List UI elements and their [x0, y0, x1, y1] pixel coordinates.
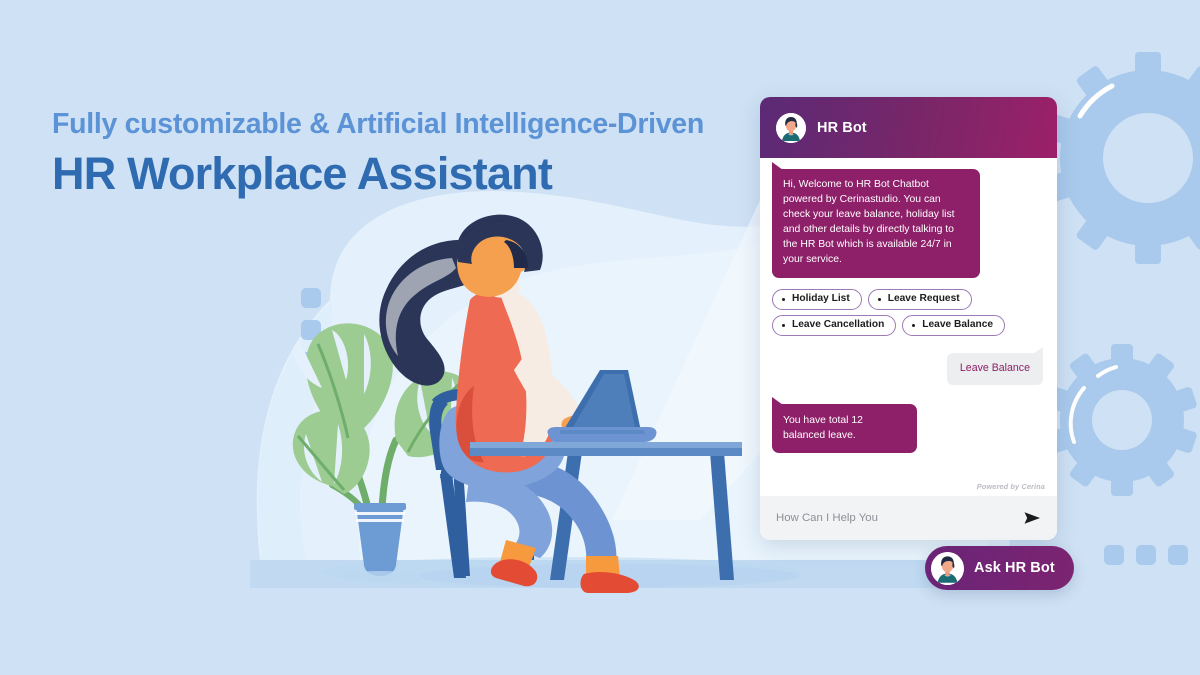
- chip-label: Leave Cancellation: [792, 319, 885, 331]
- hr-bot-avatar-icon: [931, 551, 964, 585]
- chat-input[interactable]: [776, 512, 1014, 524]
- bullet-icon: [912, 323, 916, 327]
- dots-horizontal-icon: [1104, 545, 1188, 565]
- user-message-row: Leave Balance: [772, 347, 1045, 386]
- hero-banner: Fully customizable & Artificial Intellig…: [0, 0, 1200, 675]
- ask-hr-bot-button[interactable]: Ask HR Bot: [925, 546, 1074, 590]
- chat-header: HR Bot: [760, 97, 1057, 158]
- user-message-bubble: Leave Balance: [946, 347, 1044, 386]
- page-title: HR Workplace Assistant: [52, 147, 553, 199]
- send-arrow-icon: [1024, 512, 1040, 524]
- quick-reply-leave-request[interactable]: Leave Request: [867, 288, 972, 311]
- bot-message-bubble-reply: You have total 12 balanced leave.: [772, 397, 917, 454]
- quick-reply-holiday-list[interactable]: Holiday List: [772, 288, 862, 311]
- chat-input-bar: [760, 496, 1057, 540]
- bullet-icon: [782, 323, 785, 327]
- chat-widget: HR Bot Hi, Welcome to HR Bot Chatbot pow…: [760, 97, 1057, 540]
- bot-message-bubble: Hi, Welcome to HR Bot Chatbot powered by…: [772, 162, 980, 278]
- quick-reply-leave-balance[interactable]: Leave Balance: [902, 315, 1006, 337]
- hr-bot-avatar-icon: [776, 112, 806, 143]
- chat-message-list: Hi, Welcome to HR Bot Chatbot powered by…: [760, 158, 1057, 496]
- chip-label: Holiday List: [792, 292, 850, 304]
- powered-by-credit: Powered by Cerina: [976, 482, 1045, 491]
- chat-title: HR Bot: [817, 119, 867, 136]
- quick-reply-leave-cancellation[interactable]: Leave Cancellation: [772, 315, 897, 337]
- hero-text-block: Fully customizable & Artificial Intellig…: [52, 108, 742, 201]
- bullet-icon: [782, 297, 785, 301]
- send-button[interactable]: [1022, 508, 1042, 528]
- chip-label: Leave Request: [887, 292, 960, 304]
- chip-label: Leave Balance: [922, 319, 994, 331]
- ask-hr-bot-label: Ask HR Bot: [974, 560, 1055, 576]
- hero-subheadline: Fully customizable & Artificial Intellig…: [52, 108, 704, 140]
- quick-reply-chips: Holiday List Leave Request Leave Cancell…: [772, 288, 1017, 337]
- bullet-icon: [877, 297, 881, 301]
